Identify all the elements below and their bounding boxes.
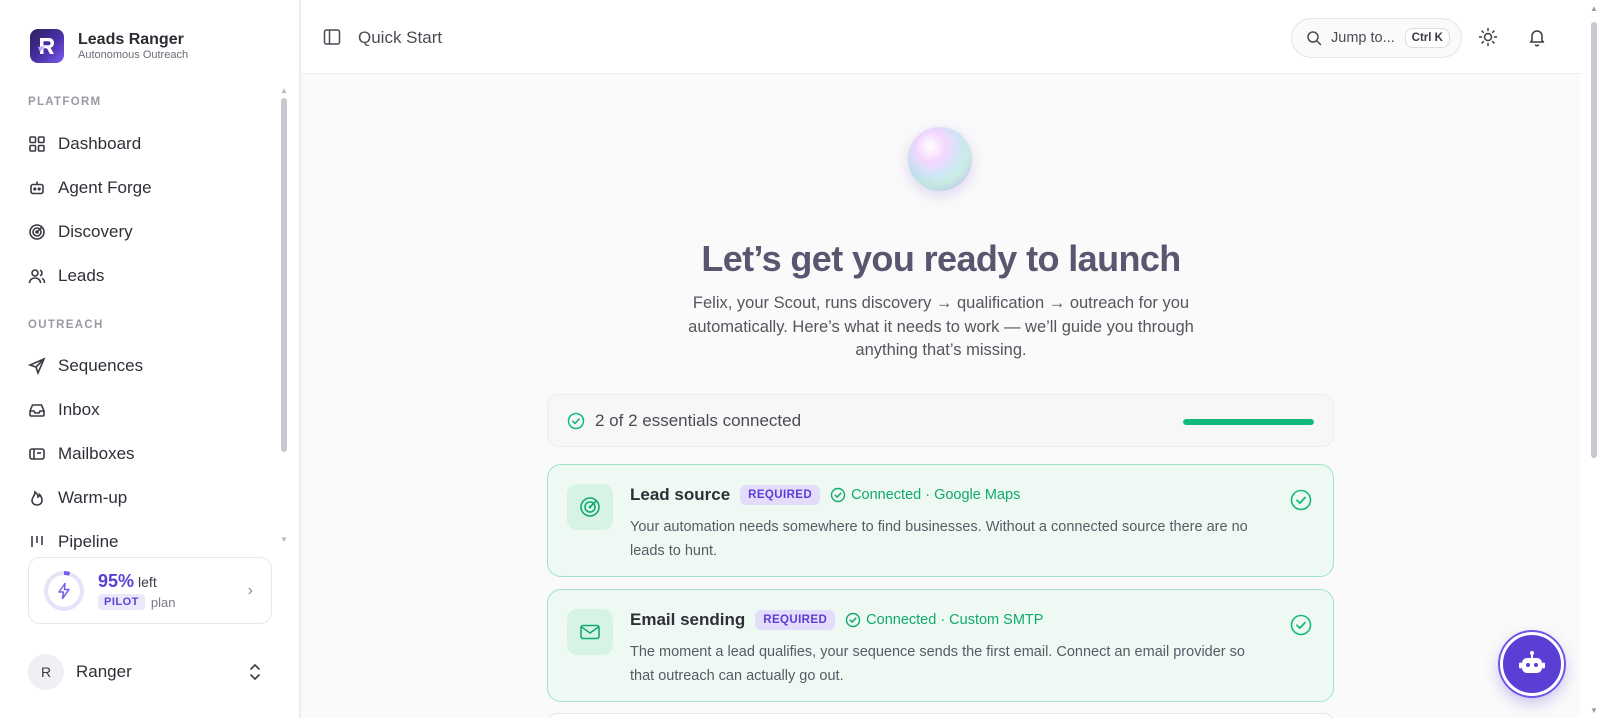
task-card-next[interactable] [547,713,1334,718]
mail-icon [567,609,613,655]
progress-text: 2 of 2 essentials connected [595,410,802,430]
scout-orb-avatar [908,127,972,191]
sidebar-item-label: Pipeline [58,532,119,550]
scroll-up-arrow-icon[interactable]: ▲ [280,86,288,95]
section-label-outreach: OUTREACH [28,319,104,331]
chevron-right-icon: › [247,582,253,599]
plan-usage-card[interactable]: 95% left PILOT plan › [28,557,272,624]
task-card-lead-source[interactable]: Lead source REQUIRED Connected · Google … [547,464,1334,577]
chevron-up-down-icon [250,664,260,680]
user-menu[interactable]: R Ranger [28,654,272,690]
check-circle-icon [567,412,585,429]
scroll-down-arrow-icon[interactable]: ▼ [1590,706,1598,715]
sidebar-item-inbox[interactable]: Inbox [28,395,100,425]
plan-left-label: left [138,574,157,590]
page-subcopy: Felix, your Scout, runs discovery → qual… [688,294,1194,359]
robot-icon [1519,651,1545,673]
sidebar-toggle-icon[interactable] [323,28,341,46]
brand-name: Leads Ranger [78,30,184,48]
grid-icon [29,136,45,152]
progress-bar-fill [1183,419,1314,425]
check-circle-icon [1290,489,1312,511]
section-label-platform: PLATFORM [28,96,102,108]
jump-to-search-button[interactable]: Jump to... Ctrl K [1291,18,1462,58]
task-description: The moment a lead qualifies, your sequen… [630,644,1245,684]
sidebar-item-label: Discovery [58,222,133,241]
page-headline: Let’s get you ready to launch [701,238,1181,279]
sidebar-item-label: Mailboxes [58,444,135,463]
check-circle-icon [845,612,861,628]
task-title: Email sending [630,610,746,629]
task-description: Your automation needs somewhere to find … [630,519,1248,559]
main-content: Quick Start Jump to... Ctrl K Let’s get … [300,0,1581,718]
sidebar-item-mailboxes[interactable]: Mailboxes [28,439,135,469]
brand[interactable]: Leads Ranger Autonomous Outreach [30,29,188,63]
connection-status-text: Connected · Custom SMTP [866,612,1044,628]
sidebar-item-sequences[interactable]: Sequences [28,351,143,381]
plan-label: plan [150,594,176,610]
brand-subtitle: Autonomous Outreach [78,48,189,61]
radar-icon [567,484,613,530]
sidebar-scrollbar[interactable] [281,98,287,452]
check-circle-icon [1290,614,1312,636]
sidebar-item-label: Warm-up [58,488,128,507]
bell-icon[interactable] [1527,27,1547,47]
required-badge: REQUIRED [755,610,836,630]
radar-icon [29,224,45,240]
sidebar: Leads Ranger Autonomous Outreach PLATFOR… [0,0,300,718]
sidebar-item-leads[interactable]: Leads [28,261,104,291]
search-icon [1307,31,1322,46]
scroll-up-arrow-icon[interactable]: ▲ [1590,4,1598,13]
task-title: Lead source [630,485,731,504]
inbox-icon [29,404,45,417]
progress-bar [1183,419,1314,425]
sidebar-item-label: Leads [58,266,105,285]
lightning-icon [58,582,70,599]
usage-ring [44,570,84,611]
page-scrollbar[interactable] [1591,22,1597,458]
scroll-down-arrow-icon[interactable]: ▼ [280,535,288,544]
topbar: Quick Start Jump to... Ctrl K [301,0,1581,74]
avatar: R [28,654,64,690]
essentials-progress: 2 of 2 essentials connected [547,394,1334,447]
pipeline-icon [31,536,43,547]
connection-status: Connected · Google Maps [830,487,1020,503]
jump-to-label: Jump to... [1331,30,1395,46]
sidebar-item-warm-up[interactable]: Warm-up [28,483,127,513]
check-circle-icon [830,487,846,503]
plan-percent: 95% [98,571,135,591]
plan-badge: PILOT [98,594,145,610]
sidebar-item-label: Dashboard [58,134,142,153]
sidebar-item-label: Sequences [58,356,144,375]
shortcut-badge: Ctrl K [1404,28,1450,48]
page-title: Quick Start [358,28,443,47]
connection-status-text: Connected · Google Maps [851,487,1021,503]
send-icon [28,357,46,375]
sun-icon[interactable] [1478,27,1498,47]
required-badge: REQUIRED [740,485,821,505]
task-card-email-sending[interactable]: Email sending REQUIRED Connected · Custo… [547,589,1334,702]
connection-status: Connected · Custom SMTP [845,612,1043,628]
sidebar-item-discovery[interactable]: Discovery [28,217,133,247]
users-icon [28,269,46,284]
user-name: Ranger [76,662,132,681]
sidebar-item-dashboard[interactable]: Dashboard [28,129,141,159]
bot-icon [30,181,44,195]
mailbox-icon [29,448,45,460]
sidebar-item-label: Inbox [58,400,100,419]
sidebar-item-agent-forge[interactable]: Agent Forge [28,173,152,203]
sidebar-nav[interactable]: PLATFORM Dashboard Agent Forge Discovery… [0,86,292,550]
sidebar-item-label: Agent Forge [58,178,152,197]
sidebar-item-pipeline[interactable]: Pipeline [28,527,119,550]
flame-icon [31,490,43,506]
assistant-bot-button[interactable] [1500,632,1564,696]
brand-logo-icon [30,29,64,63]
